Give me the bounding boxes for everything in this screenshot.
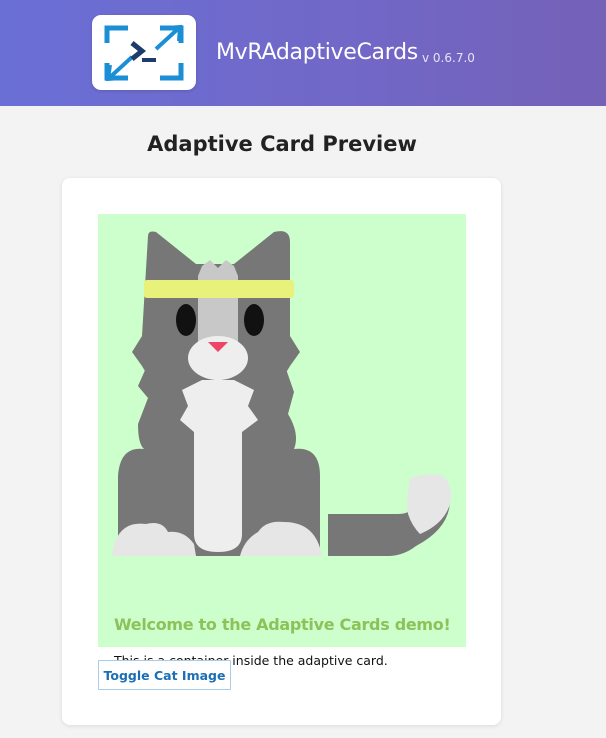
app-version: v 0.6.7.0 (422, 51, 475, 65)
adaptive-card: Welcome to the Adaptive Cards demo! This… (62, 178, 501, 725)
cat-headband (144, 280, 294, 298)
app-logo (92, 15, 196, 90)
cat-tail-tip (407, 474, 452, 534)
cat-eye-right (244, 304, 264, 336)
cat-eye-left (176, 304, 196, 336)
card-container: Welcome to the Adaptive Cards demo! This… (98, 214, 466, 668)
welcome-heading: Welcome to the Adaptive Cards demo! (114, 615, 451, 634)
toggle-cat-image-button[interactable]: Toggle Cat Image (98, 660, 231, 690)
cat-image (112, 231, 452, 556)
powershell-terminal-icon (102, 22, 186, 84)
page-title: Adaptive Card Preview (147, 132, 417, 156)
app-header: MvRAdaptiveCards v 0.6.7.0 (0, 0, 606, 106)
app-name: MvRAdaptiveCards (216, 40, 418, 65)
